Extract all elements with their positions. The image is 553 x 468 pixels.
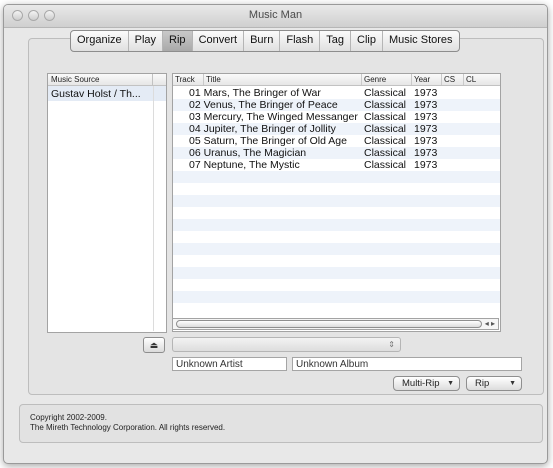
track-genre: Classical: [364, 87, 407, 99]
track-year: 1973: [414, 111, 438, 123]
album-field[interactable]: Unknown Album: [292, 357, 522, 371]
title-bar: Music Man: [4, 5, 547, 28]
music-source-item[interactable]: Gustav Holst / Th...: [48, 86, 166, 101]
track-title: 04 Jupiter, The Bringer of Jollity: [189, 123, 336, 135]
track-genre: Classical: [364, 99, 407, 111]
track-title: 03 Mercury, The Winged Messanger: [189, 111, 358, 123]
track-title: 01 Mars, The Bringer of War: [189, 87, 321, 99]
table-row[interactable]: 05 Saturn, The Bringer of Old Age Classi…: [173, 135, 500, 147]
track-genre: Classical: [364, 135, 407, 147]
column-header-year[interactable]: Year: [412, 74, 442, 85]
empty-row: [173, 255, 500, 267]
chevron-down-icon: ▼: [447, 380, 454, 387]
table-row[interactable]: 04 Jupiter, The Bringer of Jollity Class…: [173, 123, 500, 135]
table-row[interactable]: 07 Neptune, The Mystic Classical 1973: [173, 159, 500, 171]
music-source-header-label: Music Source: [51, 75, 100, 84]
track-table[interactable]: Track Title Genre Year CS CL 01 Mars, Th…: [172, 73, 501, 332]
track-title: 07 Neptune, The Mystic: [189, 159, 300, 171]
window-title: Music Man: [248, 9, 303, 21]
tab-convert[interactable]: Convert: [193, 31, 245, 51]
empty-row: [173, 243, 500, 255]
track-table-header: Track Title Genre Year CS CL: [173, 74, 500, 86]
tab-flash[interactable]: Flash: [280, 31, 321, 51]
music-source-header[interactable]: Music Source: [48, 74, 166, 86]
drive-select[interactable]: ⇕: [172, 337, 401, 352]
track-year: 1973: [414, 99, 438, 111]
track-genre: Classical: [364, 111, 407, 123]
music-source-list[interactable]: Music Source Gustav Holst / Th...: [47, 73, 167, 333]
album-value: Unknown Album: [296, 359, 369, 370]
scroll-thumb[interactable]: [176, 320, 482, 328]
table-row[interactable]: 01 Mars, The Bringer of War Classical 19…: [173, 87, 500, 99]
track-year: 1973: [414, 147, 438, 159]
empty-row: [173, 171, 500, 183]
track-year: 1973: [414, 135, 438, 147]
empty-row: [173, 219, 500, 231]
empty-row: [173, 183, 500, 195]
column-header-track[interactable]: Track: [173, 74, 204, 85]
track-year: 1973: [414, 159, 438, 171]
track-genre: Classical: [364, 159, 407, 171]
column-divider: [152, 74, 153, 85]
empty-row: [173, 231, 500, 243]
track-year: 1973: [414, 123, 438, 135]
tab-rip[interactable]: Rip: [163, 31, 193, 51]
track-title: 02 Venus, The Bringer of Peace: [189, 99, 338, 111]
empty-row: [173, 303, 500, 315]
tab-bar: Organize Play Rip Convert Burn Flash Tag…: [70, 30, 460, 52]
column-header-cs[interactable]: CS: [442, 74, 464, 85]
eject-button[interactable]: ⏏: [143, 337, 165, 353]
column-divider: [153, 86, 154, 331]
column-header-title[interactable]: Title: [204, 74, 362, 85]
copyright-footer: Copyright 2002-2009. The Mireth Technolo…: [30, 413, 225, 433]
track-title: 06 Uranus, The Magician: [189, 147, 307, 159]
tab-play[interactable]: Play: [129, 31, 164, 51]
scroll-arrows-icon[interactable]: ◂ ▸: [485, 319, 495, 329]
empty-row: [173, 291, 500, 303]
table-row[interactable]: 02 Venus, The Bringer of Peace Classical…: [173, 99, 500, 111]
track-genre: Classical: [364, 147, 407, 159]
horizontal-scrollbar[interactable]: ◂ ▸: [172, 318, 499, 330]
tab-tag[interactable]: Tag: [320, 31, 351, 51]
empty-row: [173, 279, 500, 291]
table-row[interactable]: 03 Mercury, The Winged Messanger Classic…: [173, 111, 500, 123]
column-header-cl[interactable]: CL: [464, 74, 500, 85]
copyright-line-1: Copyright 2002-2009.: [30, 413, 107, 422]
artist-field[interactable]: Unknown Artist: [172, 357, 287, 371]
tab-music-stores[interactable]: Music Stores: [383, 31, 459, 51]
rip-button[interactable]: Rip ▼: [466, 376, 522, 391]
updown-arrows-icon: ⇕: [388, 340, 395, 349]
track-year: 1973: [414, 87, 438, 99]
multi-rip-label: Multi-Rip: [402, 378, 440, 389]
tab-organize[interactable]: Organize: [71, 31, 129, 51]
empty-row: [173, 267, 500, 279]
artist-value: Unknown Artist: [176, 359, 243, 370]
tab-burn[interactable]: Burn: [244, 31, 281, 51]
empty-row: [173, 207, 500, 219]
empty-row: [173, 195, 500, 207]
copyright-line-2: The Mireth Technology Corporation. All r…: [30, 423, 226, 432]
eject-icon: ⏏: [149, 340, 159, 350]
track-title: 05 Saturn, The Bringer of Old Age: [189, 135, 347, 147]
rip-label: Rip: [475, 378, 490, 389]
chevron-down-icon: ▼: [509, 380, 516, 387]
column-header-genre[interactable]: Genre: [362, 74, 412, 85]
multi-rip-button[interactable]: Multi-Rip ▼: [393, 376, 460, 391]
table-row[interactable]: 06 Uranus, The Magician Classical 1973: [173, 147, 500, 159]
track-genre: Classical: [364, 123, 407, 135]
tab-clip[interactable]: Clip: [351, 31, 383, 51]
